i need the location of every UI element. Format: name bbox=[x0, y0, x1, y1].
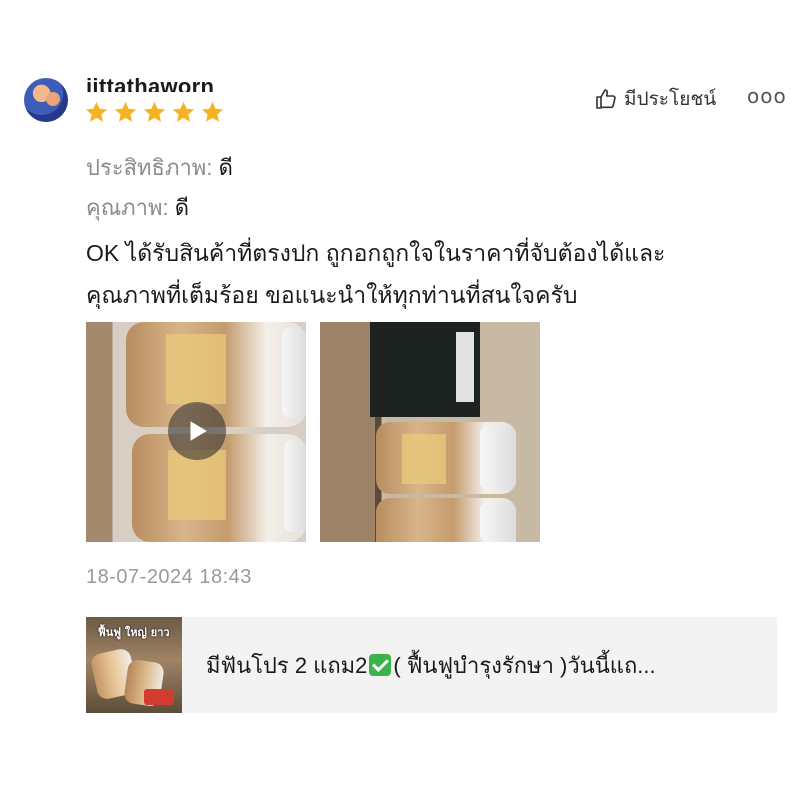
review-timestamp: 18-07-2024 18:43 bbox=[86, 566, 252, 588]
product-thumbnail-text: ฟื้นฟู ใหญ่ ยาว bbox=[98, 626, 170, 639]
star-icon bbox=[114, 101, 137, 122]
product-card[interactable]: ฟื้นฟู ใหญ่ ยาว มีฟันโปร 2 แถม2( ฟื้นฟูบ… bbox=[86, 617, 777, 713]
comment-line: OK ได้รับสินค้าที่ตรงปก ถูกอกถูกใจในราคา… bbox=[86, 240, 666, 266]
attribute-value: ดี bbox=[218, 155, 233, 180]
rating-stars bbox=[84, 100, 225, 125]
attribute-quality: คุณภาพ: ดี bbox=[86, 190, 189, 225]
star-icon bbox=[201, 101, 224, 122]
attribute-key: คุณภาพ: bbox=[86, 195, 169, 220]
star-icon bbox=[85, 101, 108, 122]
attribute-key: ประสิทธิภาพ: bbox=[86, 155, 213, 180]
user-avatar[interactable] bbox=[24, 78, 68, 122]
reviewer-username[interactable]: jittathaworn bbox=[86, 70, 214, 92]
play-button[interactable] bbox=[168, 402, 226, 460]
more-options-icon[interactable]: ooo bbox=[747, 84, 787, 108]
star-icon bbox=[143, 101, 166, 122]
review-video-thumbnail[interactable] bbox=[86, 322, 306, 542]
attribute-value: ดี bbox=[174, 195, 190, 220]
play-icon bbox=[190, 421, 207, 441]
review-image-thumbnail[interactable] bbox=[320, 322, 540, 542]
check-mark-icon bbox=[369, 653, 392, 676]
comment-line: คุณภาพที่เต็มร้อย ขอแนะนำให้ทุกท่านที่สน… bbox=[86, 282, 578, 308]
product-title: มีฟันโปร 2 แถม2( ฟื้นฟูบำรุงรักษา )วันนี… bbox=[206, 652, 656, 678]
attribute-performance: ประสิทธิภาพ: ดี bbox=[86, 150, 233, 185]
product-thumbnail: ฟื้นฟู ใหญ่ ยาว bbox=[86, 617, 182, 713]
star-icon bbox=[172, 101, 195, 122]
helpful-button[interactable]: มีประโยชน์ bbox=[594, 84, 716, 114]
thumbs-up-icon bbox=[596, 89, 616, 109]
helpful-label: มีประโยชน์ bbox=[624, 89, 717, 110]
review-comment: OK ได้รับสินค้าที่ตรงปก ถูกอกถูกใจในราคา… bbox=[86, 232, 766, 316]
